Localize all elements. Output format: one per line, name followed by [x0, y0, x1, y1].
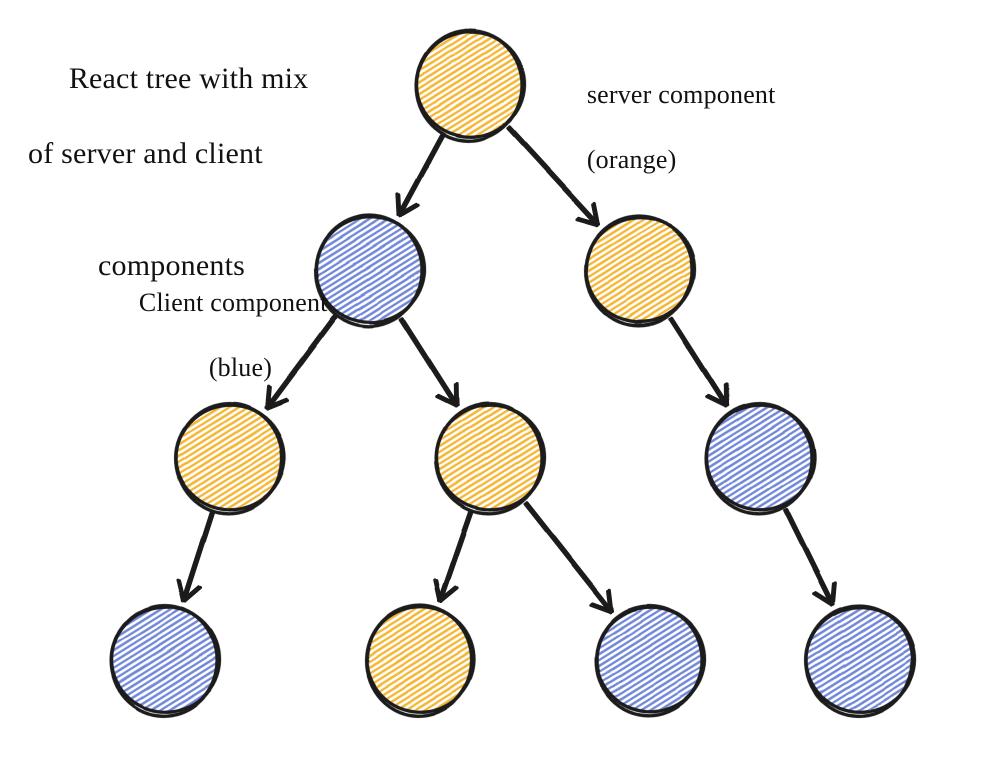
- client-component-label: Client component (blue): [112, 254, 328, 417]
- title-line-1: React tree with mix: [69, 62, 309, 95]
- title-line-2: of server and client: [28, 135, 308, 173]
- server-node: [431, 398, 548, 519]
- client-node: [591, 600, 708, 721]
- client-label-line-1: Client component: [139, 288, 328, 317]
- diagram-canvas: React tree with mix of server and client…: [0, 0, 990, 765]
- server-node: [411, 25, 528, 146]
- server-label-line-2: (orange): [587, 145, 677, 174]
- server-node: [581, 210, 698, 331]
- client-node: [701, 398, 818, 519]
- client-node: [311, 210, 428, 331]
- client-node: [801, 600, 918, 721]
- client-label-line-2: (blue): [139, 353, 272, 382]
- server-label-line-1: server component: [587, 80, 776, 109]
- server-node: [361, 600, 478, 721]
- server-component-label: server component (orange): [560, 46, 776, 209]
- client-node: [106, 600, 223, 721]
